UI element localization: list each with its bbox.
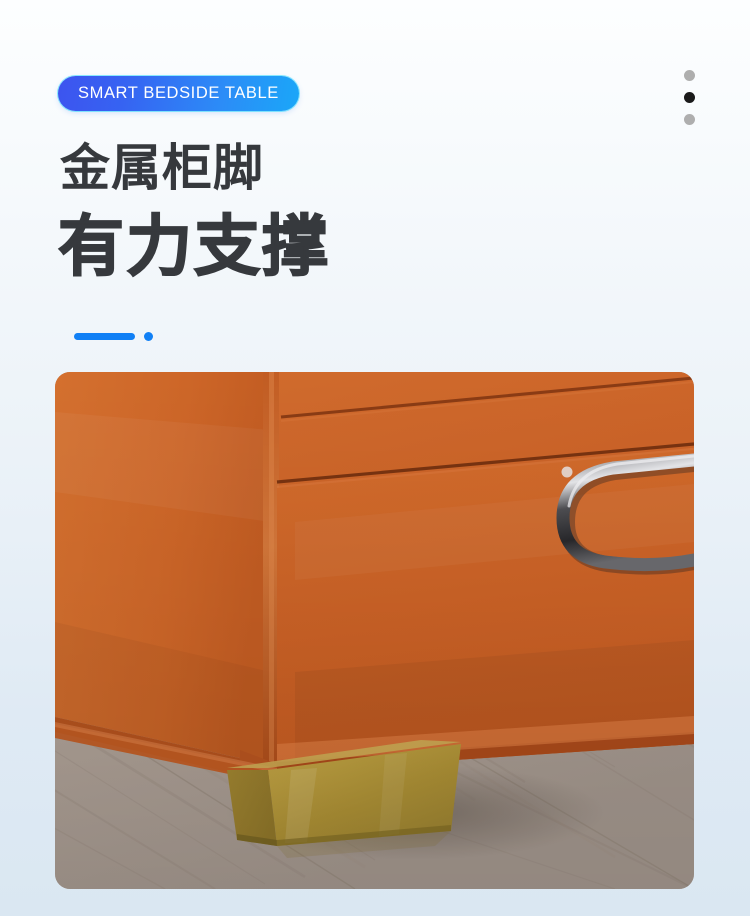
- product-photo-illustration: [55, 372, 694, 889]
- promo-page: SMART BEDSIDE TABLE 金属柜脚 有力支撑: [0, 0, 750, 916]
- badge-label: SMART BEDSIDE TABLE: [78, 84, 279, 103]
- product-category-badge[interactable]: SMART BEDSIDE TABLE: [58, 76, 299, 111]
- divider-dot: [144, 332, 153, 341]
- pagination-dot-2-active[interactable]: [684, 92, 695, 103]
- pagination-dot-3[interactable]: [684, 114, 695, 125]
- product-photo: [55, 372, 694, 889]
- headline-secondary: 有力支撑: [57, 209, 330, 283]
- accent-divider: [74, 332, 153, 341]
- headline-primary: 金属柜脚: [60, 140, 264, 196]
- divider-bar: [74, 333, 135, 340]
- pagination-dot-1[interactable]: [684, 70, 695, 81]
- pagination-dots[interactable]: [684, 70, 695, 125]
